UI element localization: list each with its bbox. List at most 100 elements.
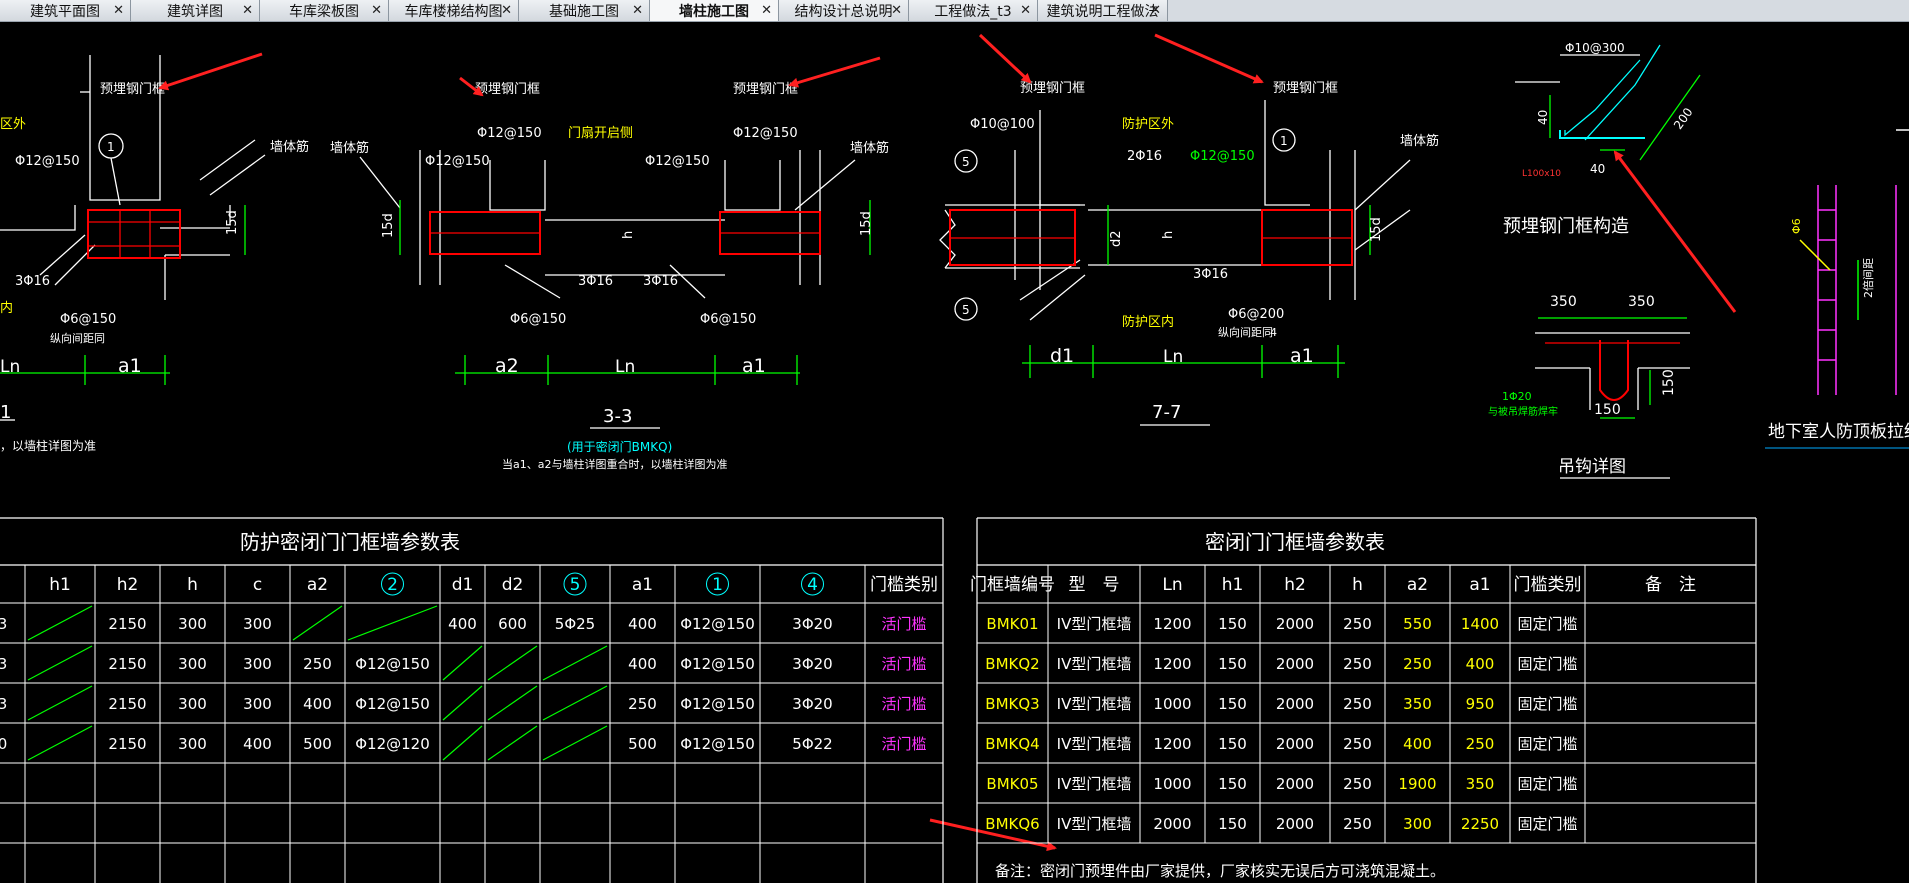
table-cell: 5Φ22 xyxy=(792,735,832,753)
close-icon[interactable]: ✕ xyxy=(1150,3,1161,18)
section-title: 3-3 xyxy=(603,406,632,427)
table-header-cell: h xyxy=(187,575,198,595)
table-cell: 1000 xyxy=(1153,695,1191,713)
table-cell: IV型门框墙 xyxy=(1057,815,1132,833)
table-cell: 2150 xyxy=(108,655,146,673)
table-cell: 3 xyxy=(0,615,7,633)
table-header-cell: d1 xyxy=(452,575,474,595)
table-cell: 150 xyxy=(1218,615,1247,633)
table-cell: 3Φ20 xyxy=(792,695,832,713)
tab-building-plan[interactable]: 建筑平面图 ✕ xyxy=(0,0,131,21)
close-icon[interactable]: ✕ xyxy=(371,3,382,18)
table-cell: 1200 xyxy=(1153,615,1191,633)
label: 墙体筋 xyxy=(270,139,309,155)
table-header-cell: h2 xyxy=(1284,575,1306,595)
label: 预埋钢门框 xyxy=(733,82,798,97)
label: 预埋钢门框 xyxy=(1020,81,1085,96)
label: 1Φ20 xyxy=(1502,390,1532,403)
table-right-note: 备注：密闭门预埋件由厂家提供，厂家核实无误后方可浇筑混凝土。 xyxy=(995,862,1445,880)
table-cell: 150 xyxy=(1218,775,1247,793)
table-header-cell: h2 xyxy=(117,575,139,595)
close-icon[interactable]: ✕ xyxy=(242,3,253,18)
table-cell: IV型门框墙 xyxy=(1057,775,1132,793)
tab-garage-stair[interactable]: 车库楼梯结构图 ✕ xyxy=(389,0,519,21)
circle-label: 1 xyxy=(1280,134,1288,148)
close-icon[interactable]: ✕ xyxy=(1020,3,1031,18)
table-cell: 活门槛 xyxy=(881,655,926,673)
label: 区外 xyxy=(0,117,26,132)
tab-wall-column[interactable]: 墙柱施工图 ✕ xyxy=(650,0,779,21)
close-icon[interactable]: ✕ xyxy=(632,3,643,18)
label: 150 xyxy=(1594,402,1621,418)
table-cell: 300 xyxy=(243,655,272,673)
tab-garage-beam-slab[interactable]: 车库梁板图 ✕ xyxy=(260,0,389,21)
label: 墙体筋 xyxy=(330,140,369,156)
close-icon[interactable]: ✕ xyxy=(761,3,772,18)
hook-detail xyxy=(1535,317,1690,479)
cad-drawing-canvas[interactable]: 预埋钢门框 Φ12@150 3Φ16 Φ6@150 纵向间距同 墙体筋 1 15… xyxy=(0,22,1909,883)
table-cell: 550 xyxy=(1403,615,1432,633)
note: 当a1、a2与墙柱详图重合时，以墙柱详图为准 xyxy=(502,457,727,471)
detail-title: 预埋钢门框构造 xyxy=(1503,216,1629,237)
tab-structural-notes[interactable]: 结构设计总说明 ✕ xyxy=(779,0,909,21)
table-cell: 500 xyxy=(628,735,657,753)
table-cell: 150 xyxy=(1218,815,1247,833)
table-cell: 250 xyxy=(1343,695,1372,713)
tab-foundation[interactable]: 基础施工图 ✕ xyxy=(519,0,650,21)
dim: Ln xyxy=(1163,347,1183,367)
table-cell: 固定门槛 xyxy=(1517,775,1577,793)
table-cell: 1200 xyxy=(1153,735,1191,753)
label: 内 xyxy=(0,300,13,316)
label: 15d xyxy=(859,211,874,236)
table-left-cells: h1 h2 h c a2 2 d1 d2 5 a1 1 4 门槛类别 3 2150 300 300 400 600 5… xyxy=(0,572,938,761)
section-mark: 1 xyxy=(0,402,11,423)
table-cell: Φ12@150 xyxy=(355,655,430,673)
table-cell: 250 xyxy=(1343,655,1372,673)
label: Φ6@150 xyxy=(510,312,566,327)
tab-building-notes[interactable]: 建筑说明工程做法 ✕ xyxy=(1038,0,1168,21)
tab-engineering-practice[interactable]: 工程做法_t3 ✕ xyxy=(909,0,1038,21)
label: 3Φ16 xyxy=(1193,267,1228,282)
tab-label: 墙柱施工图 xyxy=(679,3,749,20)
label: Φ12@150 xyxy=(1190,149,1255,164)
table-cell: 400 xyxy=(1403,735,1432,753)
tab-label: 车库梁板图 xyxy=(289,3,359,20)
table-cell: 500 xyxy=(303,735,332,753)
label: 350 xyxy=(1550,294,1577,310)
table-cell: IV型门框墙 xyxy=(1057,735,1132,753)
table-cell: Φ12@120 xyxy=(355,735,430,753)
table-cell: 250 xyxy=(1466,735,1495,753)
tab-building-details[interactable]: 建筑详图 ✕ xyxy=(131,0,260,21)
close-icon[interactable]: ✕ xyxy=(501,3,512,18)
label: 与被吊焊筋焊牢 xyxy=(1488,405,1558,418)
table-cell: IV型门框墙 xyxy=(1057,695,1132,713)
section-title: 7-7 xyxy=(1152,402,1181,423)
close-icon[interactable]: ✕ xyxy=(113,3,124,18)
table-cell: 400 xyxy=(303,695,332,713)
empty-cell-slash xyxy=(542,645,608,681)
label: 纵向间距同 xyxy=(1218,325,1273,339)
table-cell: 固定门槛 xyxy=(1517,695,1577,713)
table-cell: 活门槛 xyxy=(881,695,926,713)
empty-cell-slash xyxy=(487,645,538,681)
table-header-cell: d2 xyxy=(502,575,524,595)
table-cell: 固定门槛 xyxy=(1517,615,1577,633)
label: 预埋钢门框 xyxy=(475,82,540,97)
empty-cell-slash xyxy=(292,605,343,641)
table-header-cell: a2 xyxy=(307,575,328,595)
table-cell: 250 xyxy=(628,695,657,713)
table-cell: 250 xyxy=(1343,735,1372,753)
close-icon[interactable]: ✕ xyxy=(891,3,902,18)
table-header-cell: Ln xyxy=(1162,575,1182,595)
table-header-cell: 1 xyxy=(712,575,723,595)
dim: Ln xyxy=(615,357,635,377)
table-cell: 950 xyxy=(1466,695,1495,713)
table-cell: 2000 xyxy=(1276,735,1314,753)
table-cell: BMKQ6 xyxy=(985,815,1039,833)
table-header-cell: 5 xyxy=(570,575,581,595)
table-cell: 350 xyxy=(1466,775,1495,793)
table-cell: 5Φ25 xyxy=(555,615,595,633)
table-cell: 250 xyxy=(1343,815,1372,833)
table-cell: IV型门框墙 xyxy=(1057,615,1132,633)
label: 预埋钢门框 xyxy=(1273,81,1338,96)
